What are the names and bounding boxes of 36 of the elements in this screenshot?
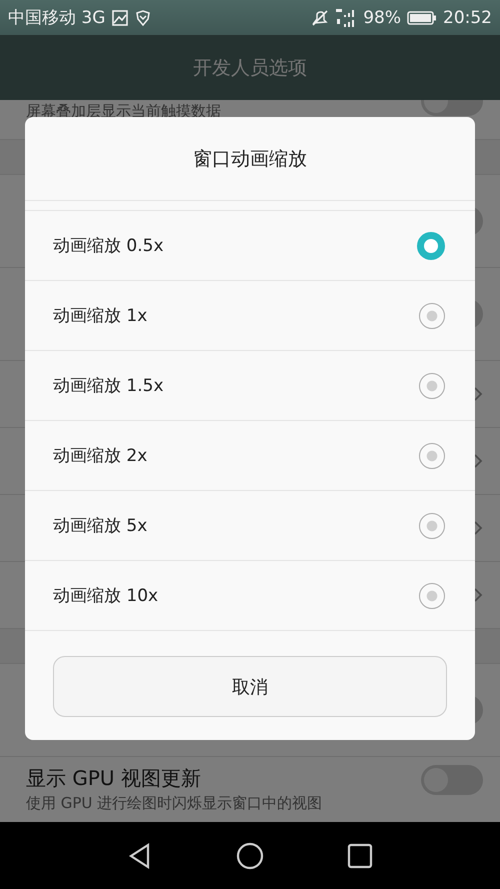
option-row[interactable]: 动画缩放 2x [25,421,475,491]
screen-title: 开发人员选项 [193,56,307,80]
radio-button[interactable] [417,232,445,260]
shield-icon [135,10,152,26]
option-label: 动画缩放 1.5x [53,375,164,397]
home-icon[interactable] [236,842,264,870]
option-row[interactable]: 动画缩放 10x [25,561,475,631]
option-label: 动画缩放 2x [53,445,148,467]
setting-description: 使用 GPU 进行绘图时闪烁显示窗口中的视图 [26,794,324,813]
option-row[interactable]: 动画缩放 1.5x [25,351,475,421]
dialog-title: 窗口动画缩放 [25,117,475,201]
image-icon [111,8,130,26]
option-row[interactable]: 动画缩放 0.5x [25,211,475,281]
option-label: 动画缩放 0.5x [53,235,164,257]
battery-icon [407,10,437,26]
battery-percent: 98% [363,8,401,28]
recents-icon[interactable] [346,842,374,870]
option-row[interactable]: 动画缩放 5x [25,491,475,561]
setting-title: 显示 GPU 视图更新 [26,765,202,792]
chevron-icon [473,386,483,402]
chevron-icon [473,520,483,536]
option-label: 动画缩放 1x [53,305,148,327]
option-row[interactable]: 动画缩放 1x [25,281,475,351]
chevron-icon [473,453,483,469]
radio-button[interactable] [419,302,445,328]
mute-icon [311,8,330,26]
radio-button[interactable] [419,372,445,398]
cancel-button[interactable]: 取消 [53,656,447,717]
clock: 20:52 [443,8,492,28]
chevron-icon [473,587,483,603]
radio-button[interactable] [419,582,445,608]
radio-button[interactable] [419,442,445,468]
option-label: 动画缩放 10x [53,585,160,607]
carrier-name: 中国移动 3G [8,7,106,29]
radio-button[interactable] [419,512,445,538]
option-label: 动画缩放 5x [53,515,148,537]
